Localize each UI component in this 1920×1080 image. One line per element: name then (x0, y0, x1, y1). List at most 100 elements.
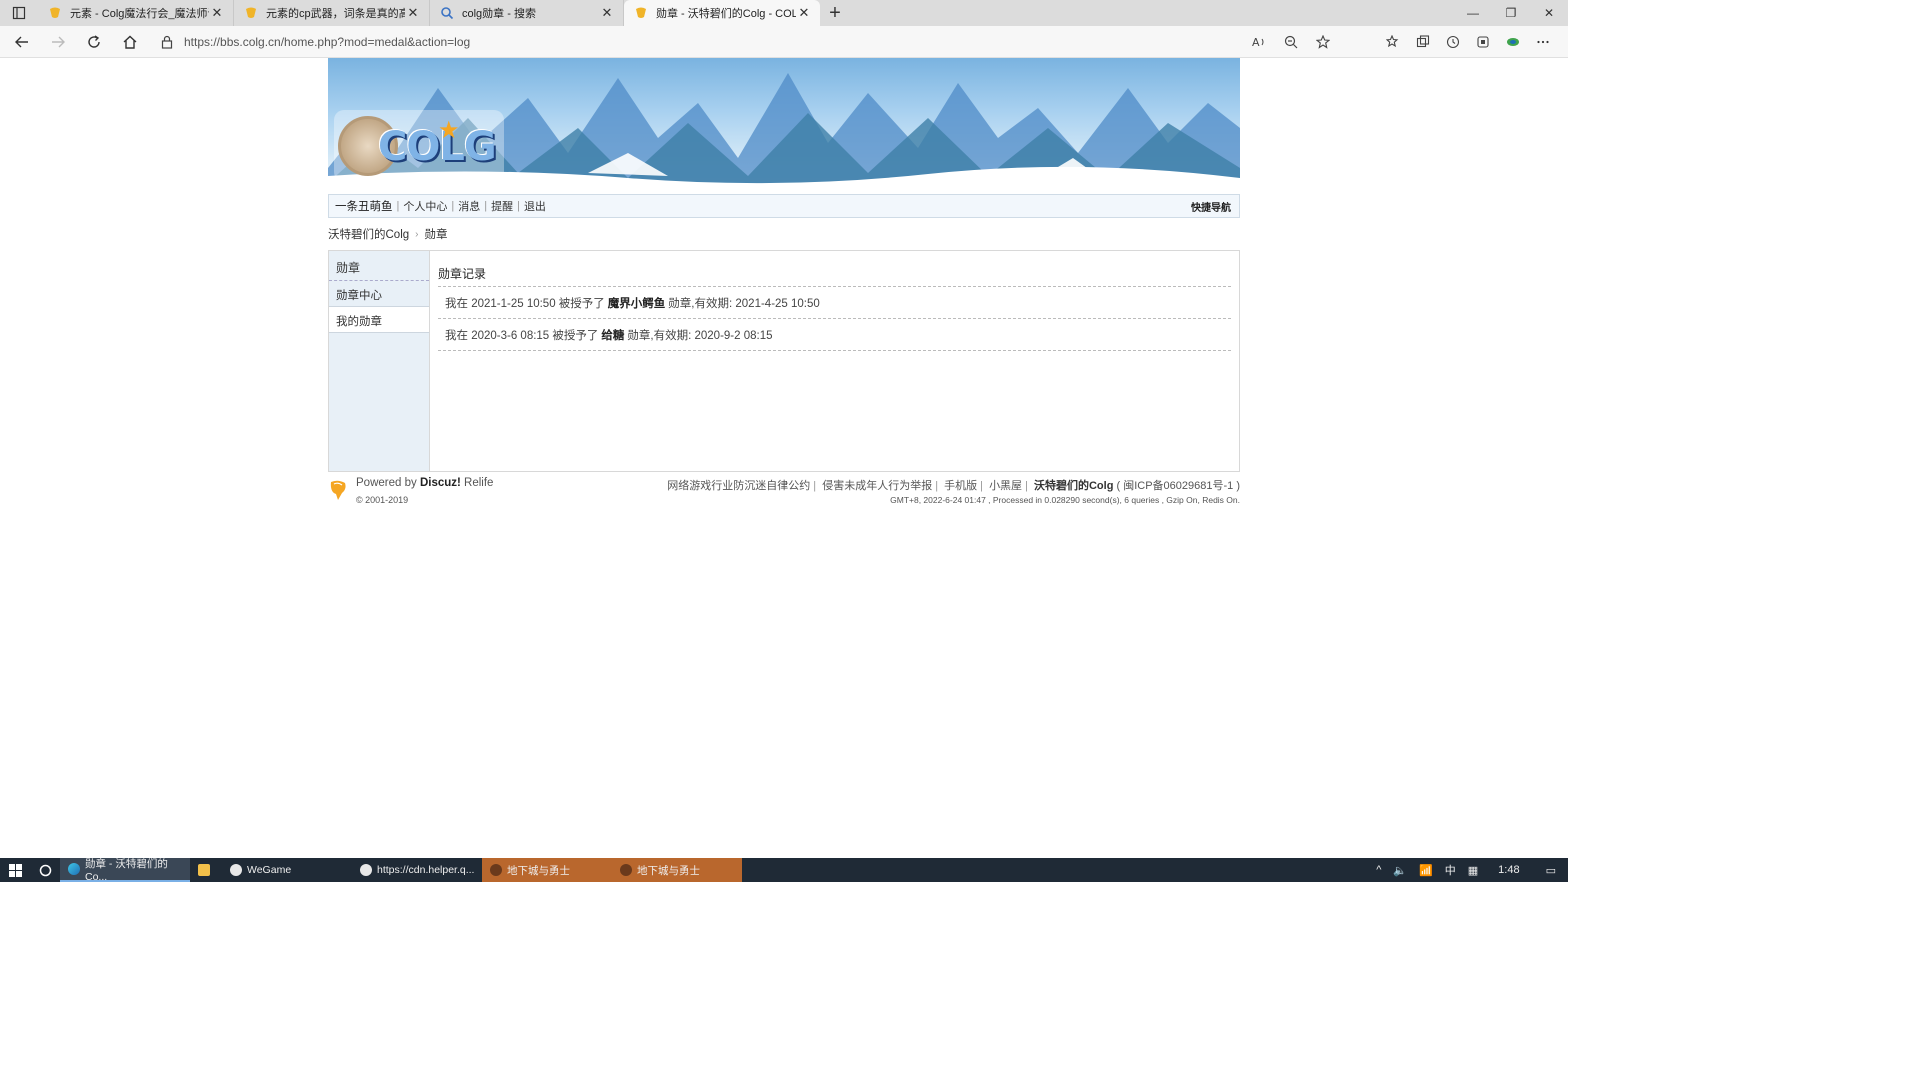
browser-tab-1[interactable]: 元素 - Colg魔法行会_魔法师讨论 ✕ (38, 0, 234, 26)
discuz-link[interactable]: Discuz! (420, 477, 461, 489)
breadcrumb-chevron-icon: › (415, 228, 419, 240)
footer-separator: | (1025, 480, 1028, 492)
lock-icon[interactable] (154, 35, 180, 49)
search-button[interactable] (30, 858, 60, 882)
tab-close-icon[interactable]: ✕ (796, 5, 812, 21)
minimize-button[interactable]: — (1454, 0, 1492, 26)
taskbar-explorer-app[interactable] (190, 858, 222, 882)
favorites-button[interactable] (1378, 27, 1408, 57)
address-bar[interactable]: https://bbs.colg.cn/home.php?mod=medal&a… (154, 29, 1340, 55)
add-favorite-button[interactable] (1308, 27, 1338, 57)
star-icon: ★ (438, 117, 460, 144)
taskbar-helper-app[interactable]: https://cdn.helper.q... (352, 858, 482, 882)
sidebar-item-my-medals[interactable]: 我的勋章 (329, 307, 429, 333)
tab-close-icon[interactable]: ✕ (599, 5, 615, 21)
colg-favicon-icon (244, 6, 258, 20)
colg-logo[interactable]: COLG ★ (334, 110, 504, 182)
footer-separator: | (980, 480, 983, 492)
powered-by-text: Powered by Discuz! Relife (356, 477, 493, 489)
history-button[interactable] (1438, 27, 1468, 57)
system-tray: ^ 🔈 📶 中 ▦ 1:48 ▭ (1370, 858, 1568, 882)
copyright-text: © 2001-2019 (356, 495, 409, 505)
collections-icon (1416, 35, 1430, 48)
back-arrow-icon (15, 36, 28, 47)
breadcrumb: 沃特碧们的Colg › 勋章 (328, 218, 1240, 250)
home-icon (123, 35, 137, 49)
breadcrumb-home-link[interactable]: 沃特碧们的Colg (328, 226, 409, 242)
user-nav-bar: 一条丑萌鱼 | 个人中心 | 消息 | 提醒 | 退出 快捷导航 (328, 194, 1240, 218)
edge-icon (68, 863, 80, 875)
nav-logout-link[interactable]: 退出 (524, 198, 546, 214)
refresh-button[interactable] (76, 27, 112, 57)
sidebar-item-medal-center[interactable]: 勋章中心 (329, 281, 429, 307)
medal-sidebar: 勋章 勋章中心 我的勋章 (329, 251, 430, 471)
processing-info: GMT+8, 2022-6-24 01:47 , Processed in 0.… (890, 495, 1240, 505)
log-suffix: 勋章,有效期: 2021-4-25 10:50 (668, 297, 820, 310)
url-text[interactable]: https://bbs.colg.cn/home.php?mod=medal&a… (184, 35, 470, 49)
site-banner: COLG ★ (328, 58, 1240, 194)
ime-indicator[interactable]: 中 (1439, 862, 1462, 878)
footer-icp[interactable]: ( 闽ICP备06029681号-1 ) (1117, 480, 1241, 492)
browser-tab-4-active[interactable]: 勋章 - 沃特碧们的Colg - COLG社 ✕ (624, 0, 820, 26)
star-plus-icon (1316, 35, 1330, 49)
read-aloud-button[interactable]: A (1244, 27, 1274, 57)
forward-button[interactable] (40, 27, 76, 57)
breadcrumb-current[interactable]: 勋章 (425, 226, 448, 242)
restore-button[interactable]: ❐ (1492, 0, 1530, 26)
browser-tab-2[interactable]: 元素的cp武器，词条是真的高啊 ✕ (234, 0, 430, 26)
home-button[interactable] (112, 27, 148, 57)
footer-separator: | (935, 480, 939, 492)
tray-chevron-up-icon[interactable]: ^ (1370, 864, 1387, 876)
footer-site-name[interactable]: 沃特碧们的Colg (1034, 480, 1113, 492)
collections-button[interactable] (1408, 27, 1438, 57)
footer-link-blacklist[interactable]: 小黑屋 (989, 480, 1022, 492)
tab-close-icon[interactable]: ✕ (209, 5, 225, 21)
dnf-game-icon (490, 864, 502, 876)
ime-mode-icon[interactable]: ▦ (1462, 864, 1484, 877)
browser-toolbar: https://bbs.colg.cn/home.php?mod=medal&a… (0, 26, 1568, 58)
colg-favicon-icon (634, 6, 648, 20)
username-link[interactable]: 一条丑萌鱼 (335, 198, 393, 214)
svg-text:A: A (1252, 36, 1260, 49)
taskbar-edge-app[interactable]: 勋章 - 沃特碧们的Co... (60, 857, 190, 883)
footer-link-report[interactable]: 侵害未成年人行为举报 (822, 480, 932, 492)
leaf-extension-icon (1507, 38, 1519, 46)
tab-close-icon[interactable]: ✕ (405, 5, 421, 21)
address-bar-icons: A (1244, 26, 1338, 58)
taskbar-app-label: https://cdn.helper.q... (377, 864, 475, 876)
browser-tab-3[interactable]: colg勋章 - 搜索 ✕ (430, 0, 624, 26)
settings-menu-button[interactable] (1528, 27, 1558, 57)
profile-extension-button[interactable] (1498, 27, 1528, 57)
extensions-button[interactable] (1468, 27, 1498, 57)
nav-reminders-link[interactable]: 提醒 (491, 198, 513, 214)
medal-log-row: 我在 2021-1-25 10:50 被授予了 魔界小鳄鱼 勋章,有效期: 20… (438, 287, 1231, 319)
back-button[interactable] (4, 27, 40, 57)
dnf-game-icon (620, 864, 632, 876)
close-window-button[interactable]: ✕ (1530, 0, 1568, 26)
tab-actions-icon (12, 6, 26, 20)
taskbar-dnf-app-1[interactable]: 地下城与勇士 (482, 858, 612, 882)
nav-personal-center-link[interactable]: 个人中心 (403, 198, 447, 214)
volume-icon[interactable]: 🔈 (1387, 864, 1413, 877)
discuz-logo-icon (328, 480, 348, 505)
taskbar-wegame-app[interactable]: WeGame (222, 858, 352, 882)
quick-nav-link[interactable]: 快捷导航 (1191, 199, 1231, 214)
nav-messages-link[interactable]: 消息 (458, 198, 480, 214)
start-button[interactable] (0, 858, 30, 882)
new-tab-button[interactable]: + (820, 0, 850, 26)
clock[interactable]: 1:48 (1484, 864, 1533, 876)
history-icon (1446, 35, 1460, 49)
log-prefix: 我在 2021-1-25 10:50 被授予了 (445, 297, 605, 310)
network-icon[interactable]: 📶 (1413, 864, 1439, 877)
medal-name: 魔界小鳄鱼 (607, 297, 666, 310)
footer-separator: | (813, 480, 817, 492)
tab-actions-button[interactable] (0, 0, 38, 26)
notification-icon[interactable]: ▭ (1534, 864, 1568, 877)
taskbar-app-label: 勋章 - 沃特碧们的Co... (85, 857, 168, 883)
screenshot-icon (1477, 36, 1489, 48)
zoom-out-button[interactable] (1276, 27, 1306, 57)
footer-link-anti-addiction[interactable]: 网络游戏行业防沉迷自律公约 (667, 480, 810, 492)
footer-link-mobile[interactable]: 手机版 (944, 480, 977, 492)
taskbar-dnf-app-2[interactable]: 地下城与勇士 (612, 858, 742, 882)
powered-suffix: Relife (464, 477, 494, 489)
